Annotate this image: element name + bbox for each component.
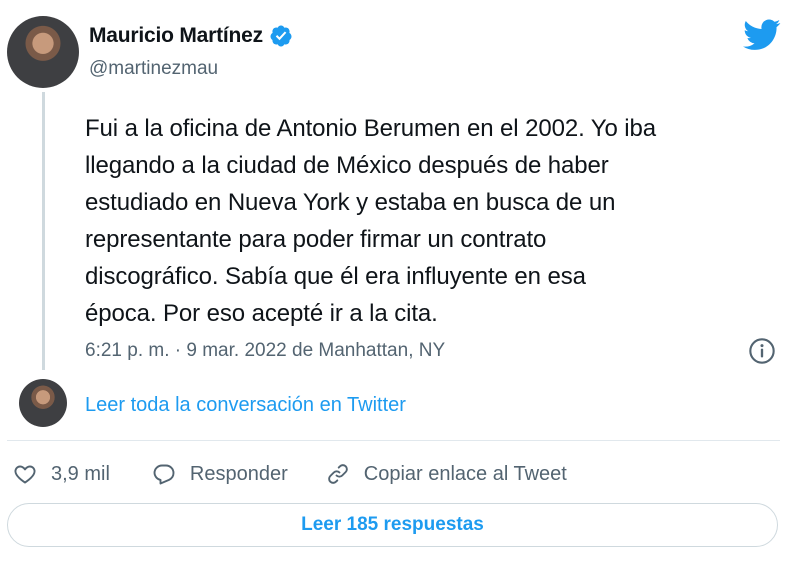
verified-badge-icon xyxy=(270,25,292,47)
reply-button[interactable]: Responder xyxy=(152,462,288,486)
copy-link-button[interactable]: Copiar enlace al Tweet xyxy=(326,462,567,486)
thread-line xyxy=(42,92,45,370)
read-conversation-link[interactable]: Leer toda la conversación en Twitter xyxy=(85,394,406,417)
reply-label: Responder xyxy=(189,462,288,485)
author-avatar[interactable] xyxy=(7,16,79,88)
like-count: 3,9 mil xyxy=(51,462,110,485)
like-button[interactable]: 3,9 mil xyxy=(13,462,110,486)
tweet-timestamp[interactable]: 6:21 p. m. · 9 mar. 2022 de Manhattan, N… xyxy=(85,340,445,362)
copy-link-label: Copiar enlace al Tweet xyxy=(363,462,567,485)
link-icon xyxy=(327,464,348,484)
twitter-bird-icon[interactable] xyxy=(743,19,781,51)
author-name-row[interactable]: Mauricio Martínez xyxy=(89,24,293,48)
divider xyxy=(7,440,780,441)
tweet-actions-bar: 3,9 mil Responder Copiar enlace al Tweet xyxy=(7,457,567,491)
author-name[interactable]: Mauricio Martínez xyxy=(89,24,263,48)
reader-avatar[interactable] xyxy=(19,379,67,427)
author-handle[interactable]: @martinezmau xyxy=(89,58,218,80)
embedded-tweet-card: Mauricio Martínez @martinezmau Fui a la … xyxy=(0,0,800,573)
info-icon[interactable] xyxy=(748,337,776,365)
read-replies-button[interactable]: Leer 185 respuestas xyxy=(7,503,778,547)
reply-bubble-icon xyxy=(153,464,175,485)
heart-icon xyxy=(14,465,36,484)
tweet-text: Fui a la oficina de Antonio Berumen en e… xyxy=(85,115,657,327)
